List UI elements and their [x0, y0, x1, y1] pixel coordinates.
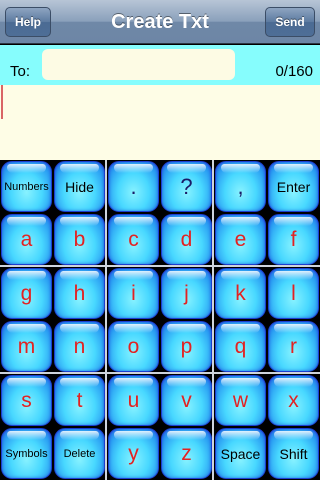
key-label: z	[181, 441, 192, 465]
key-label: Space	[220, 445, 261, 462]
keyboard-divider	[0, 265, 320, 267]
key-m[interactable]: m	[1, 321, 52, 372]
key-label: y	[128, 441, 139, 465]
key-h[interactable]: h	[54, 268, 105, 319]
key-g[interactable]: g	[1, 268, 52, 319]
key-numbers[interactable]: Numbers	[1, 161, 52, 212]
key-comma[interactable]: ,	[215, 161, 266, 212]
key-label: ,	[237, 173, 244, 199]
custom-keyboard: Numbers Hide.?, Enter a b c d e f g h i j k l m n o p q r s t u…	[0, 160, 320, 480]
key-label: k	[235, 281, 246, 305]
key-d[interactable]: d	[161, 214, 212, 265]
keyboard-divider	[0, 372, 320, 374]
key-p[interactable]: p	[161, 321, 212, 372]
recipient-row: To: 0/160	[0, 45, 320, 85]
key-label: s	[21, 388, 32, 412]
key-shift[interactable]: Shift	[268, 428, 319, 479]
key-label: e	[234, 227, 247, 251]
key-s[interactable]: s	[1, 375, 52, 426]
message-text-area[interactable]	[0, 85, 320, 160]
key-label: w	[232, 388, 249, 412]
key-label: a	[20, 227, 33, 251]
key-e[interactable]: e	[215, 214, 266, 265]
key-label: c	[128, 227, 139, 251]
key-label: Hide	[65, 178, 94, 195]
key-label: o	[127, 334, 140, 358]
key-t[interactable]: t	[54, 375, 105, 426]
key-x[interactable]: x	[268, 375, 319, 426]
navigation-bar: Help Create Txt Send	[0, 0, 320, 44]
key-symbols[interactable]: Symbols	[1, 428, 52, 479]
key-label: .	[130, 173, 137, 199]
key-z[interactable]: z	[161, 428, 212, 479]
key-enter[interactable]: Enter	[268, 161, 319, 212]
key-label: q	[234, 334, 247, 358]
key-label: Symbols	[5, 447, 48, 460]
key-r[interactable]: r	[268, 321, 319, 372]
key-b[interactable]: b	[54, 214, 105, 265]
recipient-input[interactable]	[42, 49, 235, 80]
key-label: v	[181, 388, 192, 412]
key-j[interactable]: j	[161, 268, 212, 319]
key-label: l	[291, 281, 296, 305]
key-label: ?	[180, 173, 193, 199]
key-label: x	[288, 388, 299, 412]
key-label: Numbers	[4, 180, 49, 193]
key-f[interactable]: f	[268, 214, 319, 265]
key-l[interactable]: l	[268, 268, 319, 319]
key-q[interactable]: q	[215, 321, 266, 372]
key-label: u	[127, 388, 140, 412]
key-label: t	[76, 388, 83, 412]
key-question-mark[interactable]: ?	[161, 161, 212, 212]
send-button[interactable]: Send	[265, 7, 315, 37]
key-w[interactable]: w	[215, 375, 266, 426]
key-c[interactable]: c	[108, 214, 159, 265]
key-label: m	[17, 334, 36, 358]
keyboard-divider	[105, 160, 107, 480]
text-cursor	[1, 85, 3, 119]
key-a[interactable]: a	[1, 214, 52, 265]
key-label: r	[290, 334, 297, 358]
key-hide[interactable]: Hide	[54, 161, 105, 212]
help-button[interactable]: Help	[5, 7, 51, 37]
key-label: h	[73, 281, 86, 305]
key-label: f	[290, 227, 297, 251]
key-label: p	[180, 334, 193, 358]
character-count: 0/160	[275, 63, 313, 80]
key-label: Shift	[279, 445, 308, 462]
key-label: Enter	[276, 178, 311, 195]
key-u[interactable]: u	[108, 375, 159, 426]
key-label: Delete	[63, 447, 96, 460]
key-o[interactable]: o	[108, 321, 159, 372]
key-label: d	[180, 227, 193, 251]
key-v[interactable]: v	[161, 375, 212, 426]
key-y[interactable]: y	[108, 428, 159, 479]
key-period[interactable]: .	[108, 161, 159, 212]
keyboard-divider	[212, 160, 214, 480]
key-label: n	[73, 334, 86, 358]
page-title: Create Txt	[111, 10, 209, 33]
key-n[interactable]: n	[54, 321, 105, 372]
key-k[interactable]: k	[215, 268, 266, 319]
key-space[interactable]: Space	[215, 428, 266, 479]
key-i[interactable]: i	[108, 268, 159, 319]
key-delete[interactable]: Delete	[54, 428, 105, 479]
key-label: j	[184, 281, 189, 305]
key-label: i	[131, 281, 136, 305]
to-label: To:	[10, 63, 31, 80]
key-label: b	[73, 227, 86, 251]
key-label: g	[20, 281, 33, 305]
